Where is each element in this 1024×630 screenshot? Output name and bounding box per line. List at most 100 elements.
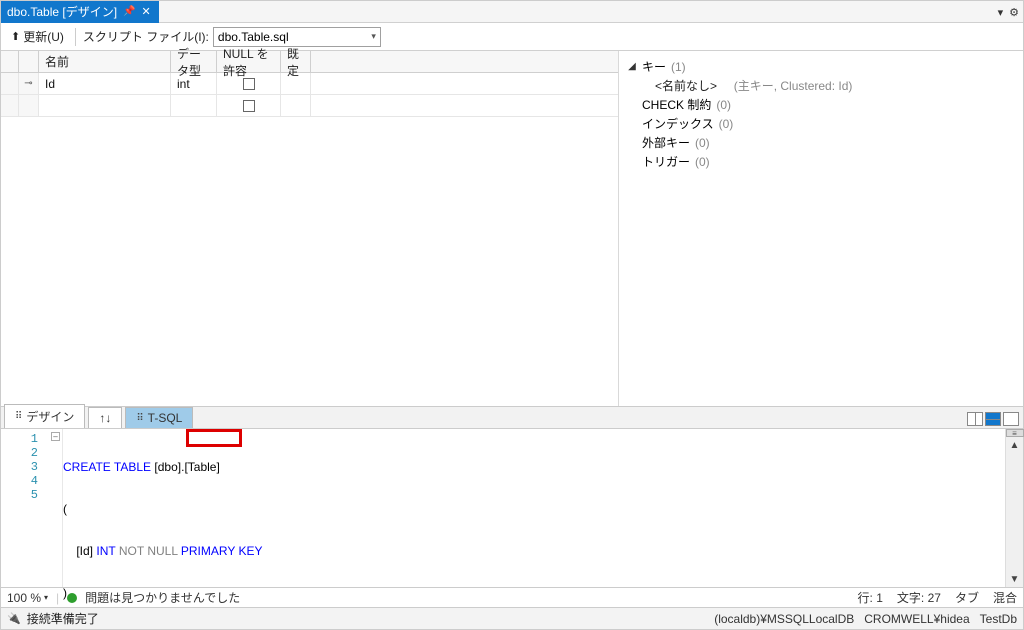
layout-horizontal-icon[interactable] bbox=[985, 412, 1001, 426]
script-file-value: dbo.Table.sql bbox=[218, 30, 289, 44]
grid-header-rowhandle bbox=[1, 51, 19, 72]
window-position-icon[interactable]: ▾ bbox=[998, 6, 1004, 19]
prop-key-desc: (主キー, Clustered: Id) bbox=[734, 77, 853, 94]
pk-icon-empty bbox=[19, 95, 39, 116]
fold-toggle-icon[interactable]: – bbox=[51, 432, 60, 441]
cell-allow-null[interactable] bbox=[217, 73, 281, 94]
paren-open: ( bbox=[63, 502, 67, 516]
prop-keys[interactable]: ◢ キー (1) bbox=[627, 57, 1015, 76]
cell-name[interactable] bbox=[39, 95, 171, 116]
table-row[interactable]: ⊸ Id int bbox=[1, 73, 618, 95]
line-gutter: 1 2 3 4 5 – bbox=[1, 429, 63, 587]
checkbox-icon[interactable] bbox=[243, 78, 255, 90]
code-editor[interactable]: 1 2 3 4 5 – CREATE TABLE [dbo].[Table] (… bbox=[1, 428, 1023, 587]
grid-header-pk bbox=[19, 51, 39, 72]
designer-toolbar: ⬆ 更新(U) スクリプト ファイル(I): dbo.Table.sql ▾ bbox=[1, 23, 1023, 51]
collapse-icon[interactable]: ◢ bbox=[627, 61, 637, 72]
document-tab-active[interactable]: dbo.Table [デザイン] 📌 ✕ bbox=[1, 1, 159, 23]
pk-icon: ⊸ bbox=[19, 73, 39, 94]
layout-single-icon[interactable] bbox=[1003, 412, 1019, 426]
update-icon: ⬆ bbox=[11, 30, 20, 43]
prop-fk-label: 外部キー bbox=[642, 134, 690, 151]
checkbox-icon[interactable] bbox=[243, 100, 255, 112]
grip-icon: ⠿ bbox=[136, 413, 143, 424]
prop-index-label: インデックス bbox=[642, 115, 714, 132]
cell-type[interactable] bbox=[171, 95, 217, 116]
ident-table: [Table] bbox=[184, 460, 219, 474]
close-icon[interactable]: ✕ bbox=[142, 5, 151, 18]
layout-vertical-icon[interactable] bbox=[967, 412, 983, 426]
prop-keys-count: (1) bbox=[671, 60, 686, 74]
tab-design-label: デザイン bbox=[26, 408, 74, 425]
line-number: 3 bbox=[1, 460, 62, 474]
chevron-down-icon: ▾ bbox=[371, 31, 376, 42]
paren-close: ) bbox=[63, 586, 67, 600]
prop-check[interactable]: CHECK 制約 (0) bbox=[627, 95, 1015, 114]
highlight-box bbox=[186, 429, 242, 447]
kw-key: KEY bbox=[238, 544, 262, 558]
prop-trigger[interactable]: トリガー (0) bbox=[627, 152, 1015, 171]
update-label: 更新(U) bbox=[23, 28, 64, 45]
grip-icon: ⠿ bbox=[15, 411, 22, 422]
columns-grid: 名前 データ型 NULL を許容 既定 ⊸ Id int bbox=[1, 51, 619, 406]
line-number: 4 bbox=[1, 474, 62, 488]
grid-header-default[interactable]: 既定 bbox=[281, 51, 311, 72]
prop-index-count: (0) bbox=[719, 117, 734, 131]
splitter-icon[interactable]: ≡ bbox=[1006, 429, 1024, 437]
grid-header-type[interactable]: データ型 bbox=[171, 51, 217, 72]
tab-tsql[interactable]: ⠿ T-SQL bbox=[125, 407, 193, 428]
grid-header-null[interactable]: NULL を許容 bbox=[217, 51, 281, 72]
pin-icon[interactable]: 📌 bbox=[123, 6, 135, 17]
prop-fk[interactable]: 外部キー (0) bbox=[627, 133, 1015, 152]
kw-null: NULL bbox=[147, 544, 177, 558]
scroll-up-icon[interactable]: ▲ bbox=[1010, 437, 1020, 453]
scroll-down-icon[interactable]: ▼ bbox=[1010, 571, 1020, 587]
kw-int: INT bbox=[96, 544, 115, 558]
chevron-down-icon: ▾ bbox=[44, 593, 48, 602]
script-file-label: スクリプト ファイル(I): bbox=[83, 28, 209, 45]
prop-index[interactable]: インデックス (0) bbox=[627, 114, 1015, 133]
row-handle[interactable] bbox=[1, 73, 19, 94]
prop-trigger-count: (0) bbox=[695, 155, 710, 169]
zoom-value: 100 % bbox=[7, 591, 41, 605]
gear-icon[interactable]: ⚙ bbox=[1009, 6, 1019, 19]
tab-tsql-label: T-SQL bbox=[148, 411, 183, 425]
code-text[interactable]: CREATE TABLE [dbo].[Table] ( [Id] INT NO… bbox=[63, 429, 1005, 587]
tab-swap[interactable]: ↑↓ bbox=[88, 407, 122, 428]
document-tab-title: dbo.Table [デザイン] bbox=[7, 3, 117, 20]
document-tabstrip: dbo.Table [デザイン] 📌 ✕ ▾ ⚙ bbox=[1, 1, 1023, 23]
prop-fk-count: (0) bbox=[695, 136, 710, 150]
zoom-combo[interactable]: 100 % ▾ bbox=[7, 591, 48, 605]
prop-check-label: CHECK 制約 bbox=[642, 96, 711, 113]
ident-col: [Id] bbox=[76, 544, 93, 558]
vertical-scrollbar[interactable]: ≡ ▲ ▼ bbox=[1005, 429, 1023, 587]
row-handle[interactable] bbox=[1, 95, 19, 116]
table-row-new[interactable] bbox=[1, 95, 618, 117]
prop-trigger-label: トリガー bbox=[642, 153, 690, 170]
grid-header: 名前 データ型 NULL を許容 既定 bbox=[1, 51, 618, 73]
separator bbox=[75, 28, 76, 46]
kw-create: CREATE bbox=[63, 460, 111, 474]
connection-icon: 🔌 bbox=[7, 612, 21, 625]
prop-key-name: <名前なし> bbox=[655, 77, 717, 94]
pane-tabs: ⠿ デザイン ↑↓ ⠿ T-SQL bbox=[1, 406, 1023, 428]
update-button[interactable]: ⬆ 更新(U) bbox=[7, 26, 68, 47]
kw-primary: PRIMARY bbox=[181, 544, 235, 558]
cell-default[interactable] bbox=[281, 95, 311, 116]
prop-check-count: (0) bbox=[716, 98, 731, 112]
kw-table: TABLE bbox=[114, 460, 151, 474]
cell-type[interactable]: int bbox=[171, 73, 217, 94]
cell-name[interactable]: Id bbox=[39, 73, 171, 94]
line-number: 2 bbox=[1, 446, 62, 460]
cell-default[interactable] bbox=[281, 73, 311, 94]
properties-pane: ◢ キー (1) <名前なし> (主キー, Clustered: Id) CHE… bbox=[619, 51, 1023, 406]
prop-key-detail[interactable]: <名前なし> (主キー, Clustered: Id) bbox=[627, 76, 1015, 95]
script-file-combo[interactable]: dbo.Table.sql ▾ bbox=[213, 27, 381, 47]
swap-icon: ↑↓ bbox=[99, 411, 111, 425]
ident-schema: [dbo] bbox=[154, 460, 181, 474]
grid-header-name[interactable]: 名前 bbox=[39, 51, 171, 72]
tab-design[interactable]: ⠿ デザイン bbox=[4, 404, 85, 428]
line-number: 5 bbox=[1, 488, 62, 502]
prop-keys-label: キー bbox=[642, 58, 666, 75]
cell-allow-null[interactable] bbox=[217, 95, 281, 116]
